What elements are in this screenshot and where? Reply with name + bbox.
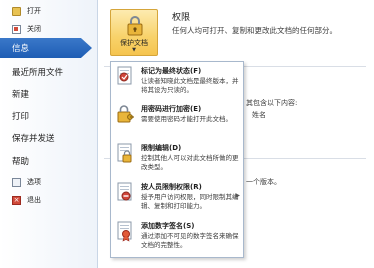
mark-final-icon <box>117 66 132 85</box>
submenu-arrow-icon: ▶ <box>235 192 240 199</box>
nav-new-label: 新建 <box>12 90 30 100</box>
options-icon <box>12 177 21 187</box>
lock-key-icon <box>127 16 143 36</box>
nav-recent[interactable]: 最近所用文件 <box>0 62 97 82</box>
inspect-item: 姓名 <box>252 111 266 119</box>
menu-item-title: 添加数字签名(S) <box>141 222 195 230</box>
menu-item-description: 需要使用密码才能打开此文档。 <box>141 115 232 123</box>
menu-item-title: 按人员限制权限(R) <box>141 183 202 191</box>
encrypt-key-icon <box>117 105 134 123</box>
inspect-text: 其包含以下内容: <box>246 99 298 107</box>
menu-item-title: 用密码进行加密(E) <box>141 105 202 113</box>
menu-item-description: 通过添加不可见的数字签名来确保文档的完整性。 <box>141 232 239 249</box>
digital-signature-icon <box>117 221 132 242</box>
nav-close-label: 关闭 <box>27 25 41 33</box>
menu-item-restrict-editing[interactable]: 限制编辑(D) 控制其他人可以对此文档所做的更改类型。 <box>111 139 243 177</box>
menu-item-title: 限制编辑(D) <box>141 144 182 152</box>
menu-item-description: 授予用户访问权限，同时限制其编辑、复制和打印能力。 <box>141 193 239 210</box>
nav-exit[interactable]: × 退出 <box>0 193 97 207</box>
menu-item-mark-final[interactable]: 标记为最终状态(F) 让读者知晓此文档是最终版本，并将其设为只读的。 <box>111 62 243 100</box>
nav-print-label: 打印 <box>12 112 30 122</box>
restrict-editing-icon <box>117 143 132 163</box>
nav-new[interactable]: 新建 <box>0 84 97 104</box>
nav-info-label: 信息 <box>12 44 30 54</box>
nav-options-label: 选项 <box>27 178 41 186</box>
menu-item-title: 标记为最终状态(F) <box>141 67 202 75</box>
menu-item-description: 让读者知晓此文档是最终版本，并将其设为只读的。 <box>141 77 239 94</box>
menu-item-digital-signature[interactable]: 添加数字签名(S) 通过添加不可见的数字签名来确保文档的完整性。 <box>111 217 243 255</box>
versions-text: 一个版本。 <box>246 178 281 186</box>
menu-item-encrypt[interactable]: 用密码进行加密(E) 需要使用密码才能打开此文档。 <box>111 100 243 138</box>
restrict-permission-icon <box>117 182 132 201</box>
nav-open-label: 打开 <box>27 7 41 15</box>
nav-help[interactable]: 帮助 <box>0 151 97 171</box>
chevron-down-icon: ▼ <box>132 47 136 53</box>
menu-item-restrict-permission[interactable]: 按人员限制权限(R) 授予用户访问权限，同时限制其编辑、复制和打印能力。 ▶ <box>111 178 243 216</box>
nav-exit-label: 退出 <box>27 196 41 204</box>
nav-help-label: 帮助 <box>12 157 30 167</box>
folder-icon <box>12 6 21 16</box>
nav-open[interactable]: 打开 <box>0 4 97 18</box>
backstage-nav: 打开 关闭 信息 最近所用文件 新建 打印 保存并发送 帮助 选项 × 退出 <box>0 0 98 268</box>
close-document-icon <box>12 24 21 34</box>
protect-document-button[interactable]: 保护文档 ▼ <box>110 9 158 56</box>
menu-item-description: 控制其他人可以对此文档所做的更改类型。 <box>141 154 239 171</box>
protect-document-menu: 标记为最终状态(F) 让读者知晓此文档是最终版本，并将其设为只读的。 用密码进行… <box>110 61 244 258</box>
nav-recent-label: 最近所用文件 <box>12 68 64 78</box>
nav-save-send[interactable]: 保存并发送 <box>0 128 97 148</box>
nav-print[interactable]: 打印 <box>0 106 97 126</box>
exit-icon: × <box>12 195 21 205</box>
permissions-description: 任何人均可打开、复制和更改此文档的任何部分。 <box>172 26 337 35</box>
nav-options[interactable]: 选项 <box>0 175 97 189</box>
nav-info[interactable]: 信息 <box>0 38 92 58</box>
nav-save-send-label: 保存并发送 <box>12 134 55 144</box>
permissions-title: 权限 <box>172 13 191 23</box>
nav-close[interactable]: 关闭 <box>0 22 97 36</box>
